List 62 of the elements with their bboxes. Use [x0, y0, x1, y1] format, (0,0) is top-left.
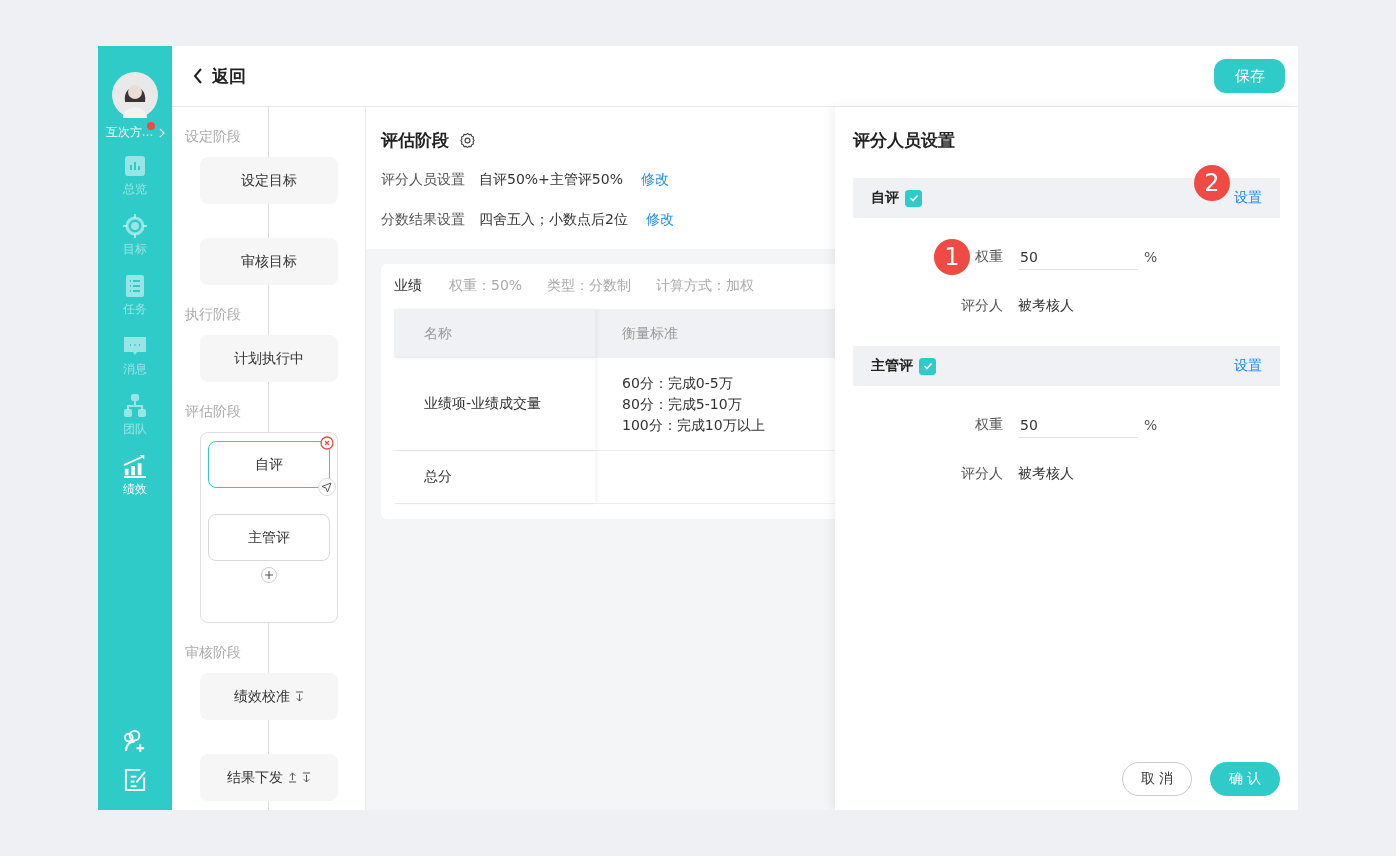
bar-chart-icon — [123, 154, 147, 178]
field-value: 被考核人 — [1018, 297, 1074, 315]
org-chart-icon — [123, 394, 147, 418]
step-badge: 2 — [1194, 165, 1230, 201]
target-icon — [123, 214, 147, 238]
settings-link[interactable]: 设置 — [1234, 357, 1262, 375]
flow-node[interactable]: 自评 — [208, 441, 330, 488]
edit-link[interactable]: 修改 — [645, 211, 674, 229]
field-label: 评分人 — [961, 297, 1003, 313]
flow-node[interactable]: 计划执行中 — [200, 335, 338, 382]
list-icon — [123, 274, 147, 298]
nav-item[interactable]: 绩效 — [123, 440, 147, 501]
step-badge: 1 — [934, 239, 970, 275]
flow-node[interactable]: 主管评 — [208, 514, 330, 561]
chevron-left-icon[interactable] — [193, 68, 203, 84]
field-label: 权重 — [975, 416, 1003, 432]
card-meta: 类型：分数制 — [547, 277, 632, 295]
column-header: 名称 — [394, 309, 595, 358]
field-label: 评分人 — [961, 465, 1003, 481]
checkbox[interactable] — [905, 189, 922, 207]
table-cell-text: 60分：完成0-5万 80分：完成5-10万 100分：完成10万以上 — [621, 373, 766, 435]
unit-label: % — [1144, 417, 1158, 433]
flow-node[interactable]: 审核目标 — [200, 238, 338, 285]
save-button[interactable]: 保存 — [1214, 59, 1285, 93]
move-down-icon[interactable] — [302, 772, 311, 783]
check-icon — [921, 360, 934, 372]
card-meta: 权重：50% — [449, 277, 523, 295]
send-icon[interactable] — [318, 478, 336, 496]
card-title: 业绩 — [394, 277, 422, 295]
flow-node[interactable]: 设定目标 — [200, 157, 338, 204]
table-cell: 业绩项-业绩成交量 — [394, 358, 595, 450]
stage-title: 评估阶段 — [381, 128, 449, 152]
delete-icon[interactable] — [320, 436, 334, 450]
field-value: 被考核人 — [1018, 465, 1074, 483]
unit-label: % — [1144, 249, 1158, 265]
section-title: 主管评 — [871, 357, 913, 375]
panel-title: 评分人员设置 — [853, 129, 956, 151]
confirm-button[interactable]: 确 认 — [1210, 762, 1280, 796]
avatar[interactable] — [112, 72, 158, 118]
growth-chart-icon — [123, 454, 147, 478]
move-up-icon[interactable] — [288, 772, 297, 783]
field-label: 权重 — [975, 248, 1003, 264]
settings-link[interactable]: 设置 — [1234, 189, 1262, 207]
section-title: 自评 — [871, 189, 899, 207]
check-icon — [907, 192, 920, 204]
column-header: 衡量标准 — [621, 323, 679, 343]
back-link[interactable]: 返回 — [193, 64, 246, 88]
setting-label: 评分人员设置 — [381, 171, 465, 189]
checkbox[interactable] — [919, 357, 936, 375]
flow-node[interactable]: 结果下发 — [200, 754, 338, 801]
table-cell: 总分 — [394, 451, 595, 503]
flow-node[interactable]: 绩效校准 — [200, 673, 338, 720]
move-down-icon[interactable] — [295, 691, 304, 702]
card-meta: 计算方式：加权 — [656, 277, 755, 295]
user-name[interactable]: 互次方… — [105, 124, 154, 141]
settings-icon[interactable] — [459, 131, 476, 149]
setting-value: 四舍五入；小数点后2位 — [479, 211, 628, 229]
setting-label: 分数结果设置 — [381, 211, 465, 229]
edit-link[interactable]: 修改 — [640, 171, 669, 189]
add-icon[interactable] — [261, 567, 277, 583]
setting-value: 自评50%+主管评50% — [479, 171, 623, 189]
cancel-button[interactable]: 取 消 — [1122, 762, 1192, 796]
